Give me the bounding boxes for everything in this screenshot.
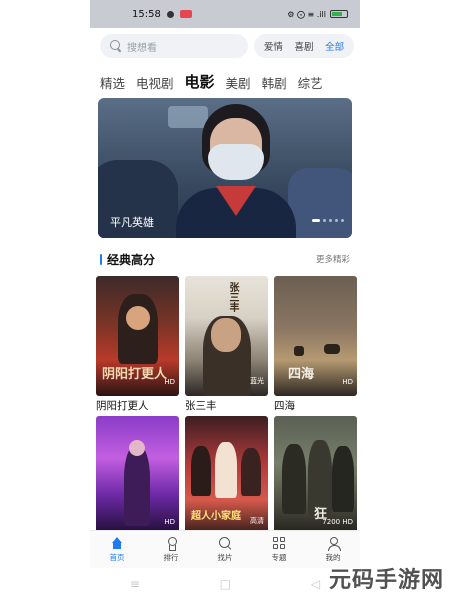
movie-title: 四海 <box>274 400 295 412</box>
phone-screen: 15:58 ⚙ ⨀ ≡ .ill 搜想看 爱情 喜剧 全部 精选 电视剧 电影 … <box>90 0 360 600</box>
movie-grid: 阴阳打更人 HD 阴阳打更人 张三丰 蓝光 张三丰 四海 HD 四海 HD 超人… <box>90 272 360 556</box>
tab-movies[interactable]: 电影 <box>185 71 215 92</box>
system-navigation-bar: ≡ □ ◁ <box>90 568 360 600</box>
quality-badge: HD <box>164 378 175 386</box>
banner-image-mask <box>208 144 264 180</box>
topics-icon <box>272 536 286 550</box>
quick-tag-comedy[interactable]: 喜剧 <box>294 39 313 53</box>
quick-tags: 爱情 喜剧 全部 <box>254 34 354 58</box>
home-icon <box>111 536 124 550</box>
carousel-dot <box>312 219 320 222</box>
poster-title-art: 四海 <box>288 367 315 382</box>
home-square-icon[interactable]: □ <box>220 577 231 591</box>
movie-poster: HD <box>96 416 179 536</box>
banner-image-window <box>168 106 208 128</box>
movie-title: 阴阳打更人 <box>96 400 149 412</box>
carousel-indicator <box>312 219 344 222</box>
clock: 15:58 <box>132 8 161 20</box>
notification-icon <box>166 10 174 18</box>
nav-profile[interactable]: 我的 <box>309 536 357 563</box>
section-accent-bar <box>100 253 102 265</box>
section-title: 经典高分 <box>107 252 156 267</box>
app-notification-icon <box>179 10 192 18</box>
featured-banner[interactable]: 平凡英雄 <box>98 98 352 238</box>
movie-poster: 四海 HD <box>274 276 357 396</box>
carousel-dot <box>335 219 338 222</box>
profile-icon <box>327 536 341 551</box>
tab-tv-series[interactable]: 电视剧 <box>136 73 174 92</box>
nav-label: 我的 <box>325 552 341 562</box>
poster-title-art: 张三丰 <box>227 282 238 312</box>
banner-title: 平凡英雄 <box>110 216 154 229</box>
tab-featured[interactable]: 精选 <box>100 73 125 92</box>
movie-poster: 超人小家庭 高清 <box>185 416 268 536</box>
tab-variety[interactable]: 综艺 <box>298 73 323 92</box>
search-placeholder: 搜想看 <box>127 42 157 54</box>
watermark: 元码手游网 <box>328 568 444 593</box>
search-icon <box>218 536 232 550</box>
movie-poster: 阴阳打更人 HD <box>96 276 179 396</box>
signal-icons: ⚙ ⨀ ≡ .ill <box>287 9 326 19</box>
menu-icon[interactable]: ≡ <box>130 577 140 591</box>
movie-poster: 张三丰 蓝光 <box>185 276 268 396</box>
nav-find[interactable]: 找片 <box>201 536 249 563</box>
search-input[interactable]: 搜想看 <box>100 34 248 58</box>
poster-title-art: 超人小家庭 <box>191 511 241 522</box>
movie-card[interactable]: 张三丰 蓝光 张三丰 <box>185 276 268 416</box>
carousel-dot <box>323 219 326 222</box>
quality-badge: HD <box>342 378 353 386</box>
nav-home[interactable]: 首页 <box>93 536 141 563</box>
movie-card[interactable]: 四海 HD 四海 <box>274 276 357 416</box>
quick-tag-romance[interactable]: 爱情 <box>264 39 283 53</box>
nav-label: 排行 <box>163 552 179 562</box>
banner-image-seat <box>288 168 352 238</box>
bottom-nav: 首页 排行 找片 专题 我的 <box>90 530 360 568</box>
movie-title: 张三丰 <box>185 400 217 412</box>
back-icon[interactable]: ◁ <box>311 577 320 591</box>
search-icon <box>110 40 122 52</box>
section-header: 经典高分 更多精彩 <box>90 246 360 272</box>
quality-badge: 高清 <box>250 517 264 525</box>
movie-poster: 狂 7200 HD <box>274 416 357 536</box>
nav-label: 找片 <box>217 552 233 562</box>
tab-us-series[interactable]: 美剧 <box>226 73 251 92</box>
quality-badge: 蓝光 <box>250 377 264 385</box>
nav-label: 专题 <box>271 552 287 562</box>
nav-ranking[interactable]: 排行 <box>147 536 195 563</box>
status-bar: 15:58 ⚙ ⨀ ≡ .ill <box>90 0 360 28</box>
tab-korean-series[interactable]: 韩剧 <box>262 73 287 92</box>
movie-card[interactable]: 阴阳打更人 HD 阴阳打更人 <box>96 276 179 416</box>
quality-badge: 7200 HD <box>322 518 353 526</box>
nav-topics[interactable]: 专题 <box>255 536 303 563</box>
nav-label: 首页 <box>109 552 125 562</box>
carousel-dot <box>341 219 344 222</box>
battery-icon <box>330 10 348 18</box>
poster-title-art: 阴阳打更人 <box>102 367 168 382</box>
ranking-icon <box>165 536 178 551</box>
carousel-dot <box>329 219 332 222</box>
category-tabs: 精选 电视剧 电影 美剧 韩剧 综艺 <box>90 64 360 92</box>
search-row: 搜想看 爱情 喜剧 全部 <box>90 28 360 64</box>
quality-badge: HD <box>164 518 175 526</box>
more-link[interactable]: 更多精彩 <box>316 253 350 265</box>
quick-tag-all[interactable]: 全部 <box>325 39 344 53</box>
